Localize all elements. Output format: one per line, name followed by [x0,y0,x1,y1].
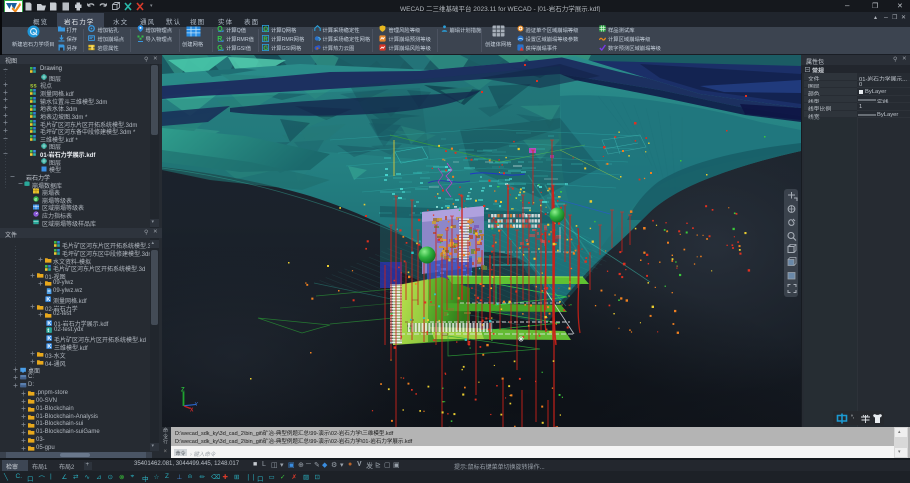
svg-text:K: K [47,336,51,342]
svg-text:G: G [263,46,268,51]
svg-text:R: R [217,36,222,42]
svg-text:K: K [47,321,51,327]
svg-text:-Y: -Y [193,402,199,408]
svg-text:Q: Q [217,26,223,32]
svg-text:K: K [47,344,51,350]
svg-text:t: t [47,328,49,334]
svg-text:Z: Z [181,388,185,394]
svg-text:e: e [34,197,37,203]
svg-text:K: K [46,297,50,303]
svg-text:G: G [217,45,223,51]
svg-text:Q: Q [263,27,268,32]
svg-text:ss: ss [30,83,37,88]
svg-text:R: R [263,37,268,42]
